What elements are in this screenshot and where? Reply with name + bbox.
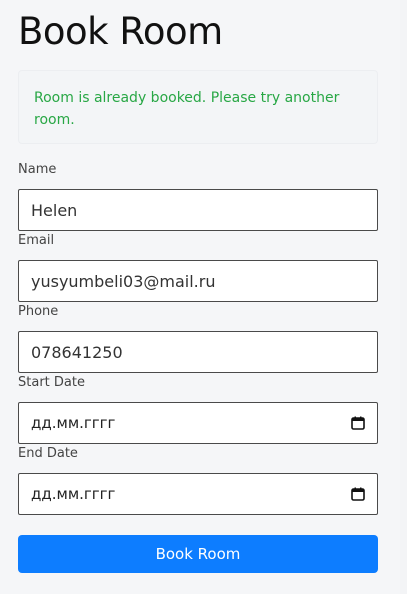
email-value: yusyumbeli03@mail.ru xyxy=(31,271,216,291)
end-date-label: End Date xyxy=(18,446,78,461)
name-value: Helen xyxy=(31,200,78,220)
calendar-icon[interactable] xyxy=(351,416,365,430)
email-field[interactable]: yusyumbeli03@mail.ru xyxy=(18,260,378,302)
book-room-page: Book Room Room is already booked. Please… xyxy=(0,0,407,594)
phone-value: 078641250 xyxy=(31,342,123,362)
end-date-placeholder: дд.мм.гггг xyxy=(31,485,116,503)
start-date-label: Start Date xyxy=(18,375,85,390)
page-title: Book Room xyxy=(18,10,223,53)
name-label: Name xyxy=(18,162,57,177)
start-date-field[interactable]: дд.мм.гггг xyxy=(18,402,378,444)
status-alert: Room is already booked. Please try anoth… xyxy=(18,70,378,144)
phone-field[interactable]: 078641250 xyxy=(18,331,378,373)
name-field[interactable]: Helen xyxy=(18,189,378,231)
phone-label: Phone xyxy=(18,304,59,319)
calendar-icon[interactable] xyxy=(351,487,365,501)
book-room-button[interactable]: Book Room xyxy=(18,535,378,573)
end-date-field[interactable]: дд.мм.гггг xyxy=(18,473,378,515)
alert-message: Room is already booked. Please try anoth… xyxy=(34,90,340,128)
email-label: Email xyxy=(18,233,55,248)
start-date-placeholder: дд.мм.гггг xyxy=(31,414,116,432)
